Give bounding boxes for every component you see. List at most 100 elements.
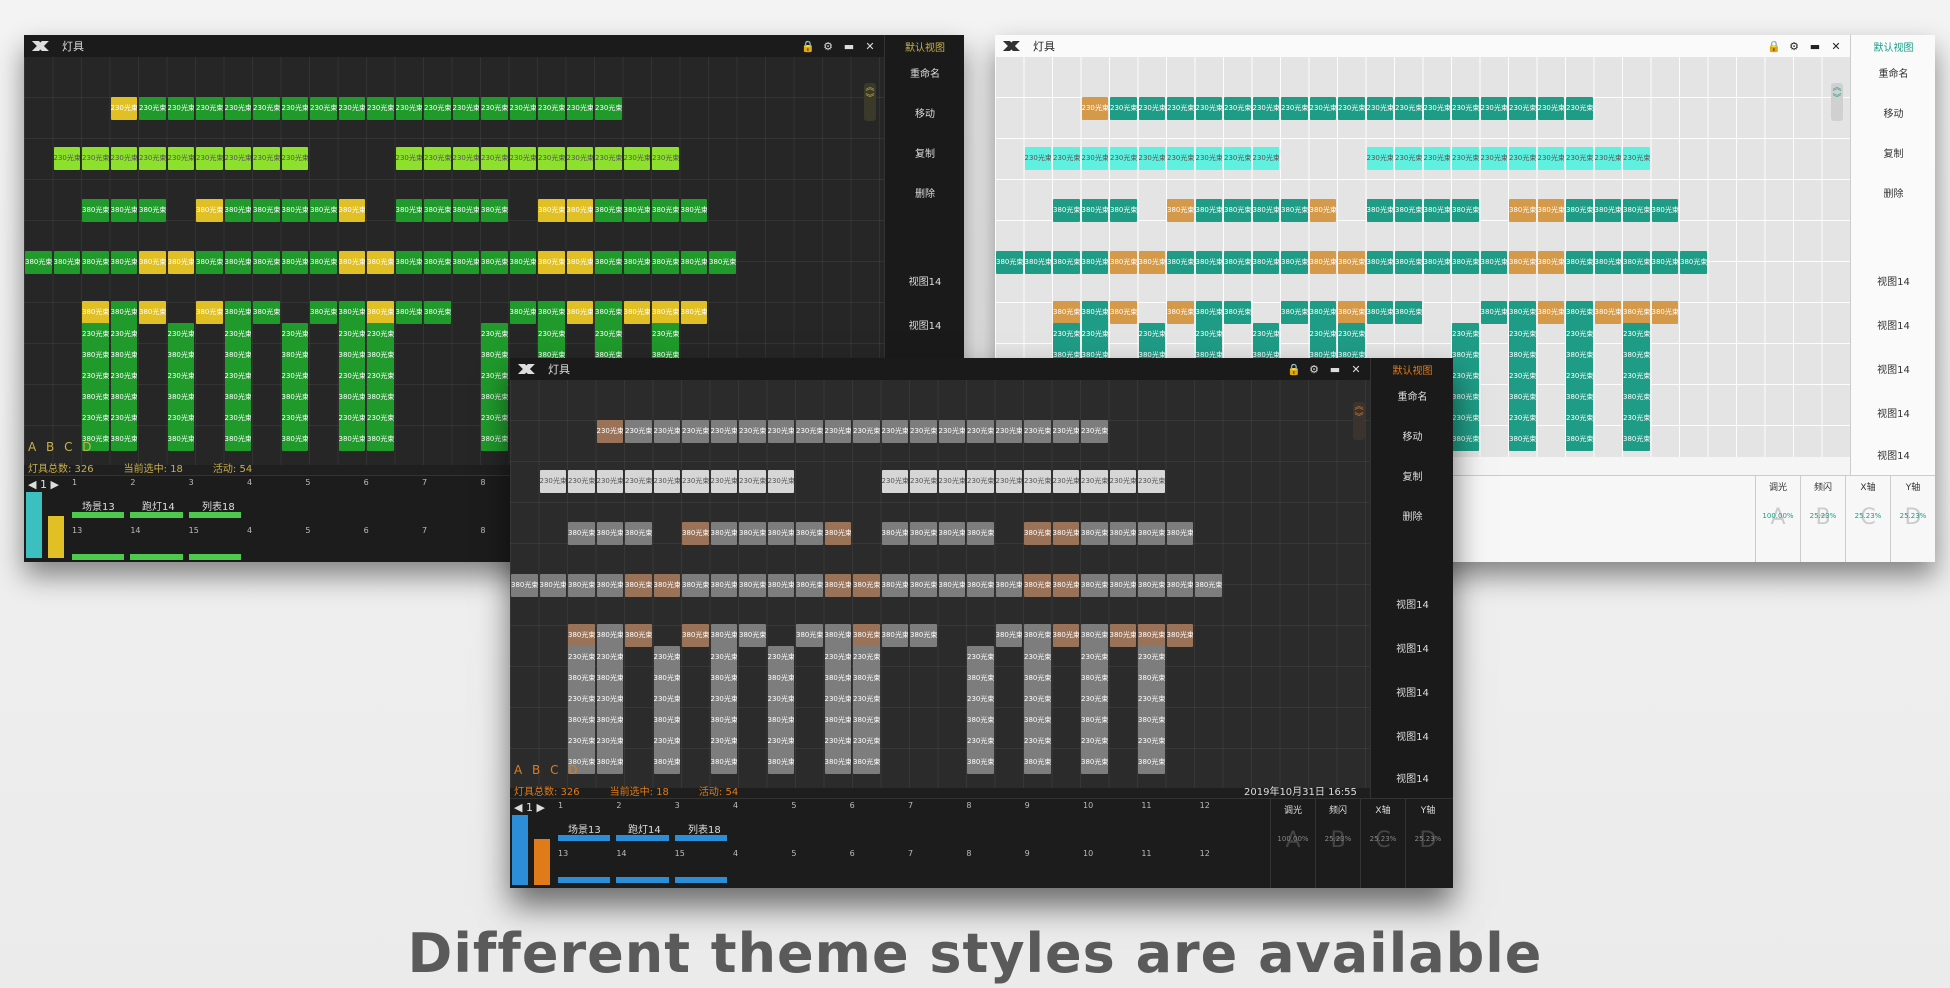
fixture-cell[interactable]: 380光束 [310, 301, 337, 324]
move-button[interactable]: 移动 [1851, 105, 1935, 120]
fixture-cell[interactable]: 380光束 [1309, 199, 1336, 222]
fixture-cell[interactable]: 230光束 [568, 730, 595, 753]
fixture-cell[interactable]: 230光束 [652, 147, 679, 170]
slot-number[interactable]: 7 [908, 849, 913, 858]
fixture-cell[interactable]: 230光束 [224, 147, 251, 170]
fixture-cell[interactable]: 380光束 [596, 624, 623, 647]
fixture-cell[interactable]: 230光束 [1081, 420, 1108, 443]
fixture-cell[interactable]: 380光束 [224, 199, 251, 222]
fixture-cell[interactable]: 380光束 [1452, 251, 1479, 274]
fixture-cell[interactable]: 380光束 [1252, 251, 1279, 274]
fixture-cell[interactable]: 230光束 [710, 420, 737, 443]
fixture-cell[interactable]: 380光束 [1138, 574, 1165, 597]
fixture-cell[interactable]: 230光束 [1423, 97, 1450, 120]
fixture-cell[interactable]: 230光束 [595, 147, 622, 170]
slot-number[interactable]: 7 [908, 801, 913, 810]
fixture-cell[interactable]: 380光束 [1395, 251, 1422, 274]
fixture-cell[interactable]: 380光束 [568, 624, 595, 647]
fixture-cell[interactable]: 230光束 [853, 646, 880, 669]
fixture-cell[interactable]: 380光束 [938, 574, 965, 597]
view-item-4[interactable]: 视图14 [1851, 405, 1935, 420]
fixture-cell[interactable]: 230光束 [566, 97, 593, 120]
fixture-cell[interactable]: 230光束 [1224, 147, 1251, 170]
fixture-cell[interactable]: 380光束 [538, 251, 565, 274]
fixture-cell[interactable]: 380光束 [625, 624, 652, 647]
fixture-cell[interactable]: 230光束 [338, 407, 365, 430]
fixture-cell[interactable]: 230光束 [481, 407, 508, 430]
fixture-cell[interactable]: 380光束 [824, 624, 851, 647]
fixture-cell[interactable]: 380光束 [82, 199, 109, 222]
fixture-cell[interactable]: 380光束 [653, 574, 680, 597]
fixture-cell[interactable]: 230光束 [1395, 97, 1422, 120]
slot-number[interactable]: 1 [72, 478, 77, 487]
fixture-cell[interactable]: 380光束 [1566, 428, 1593, 451]
fixture-cell[interactable]: 230光束 [196, 97, 223, 120]
fixture-cell[interactable]: 380光束 [568, 574, 595, 597]
fixture-cell[interactable]: 380光束 [1081, 251, 1108, 274]
fixture-cell[interactable]: 380光束 [338, 428, 365, 451]
fixture-cell[interactable]: 380光束 [566, 251, 593, 274]
fixture-cell[interactable]: 380光束 [739, 522, 766, 545]
fixture-cell[interactable]: 380光束 [224, 251, 251, 274]
slot-number[interactable]: 10 [1083, 801, 1093, 810]
fixture-cell[interactable]: 380光束 [796, 624, 823, 647]
fixture-cell[interactable]: 380光束 [1594, 301, 1621, 324]
fixture-cell[interactable]: 230光束 [1081, 730, 1108, 753]
fixture-cell[interactable]: 380光束 [481, 344, 508, 367]
fixture-cell[interactable]: 380光束 [110, 301, 137, 324]
fixture-cell[interactable]: 230光束 [853, 688, 880, 711]
fixture-cell[interactable]: 380光束 [1138, 667, 1165, 690]
slot-number[interactable]: 5 [305, 478, 310, 487]
fixture-cell[interactable]: 380光束 [1024, 624, 1051, 647]
slot-number[interactable]: 12 [1200, 849, 1210, 858]
fixture-cell[interactable]: 380光束 [1480, 251, 1507, 274]
fixture-cell[interactable]: 380光束 [824, 709, 851, 732]
fixture-cell[interactable]: 380光束 [1081, 522, 1108, 545]
fixture-cell[interactable]: 230光束 [1081, 470, 1108, 493]
fixture-cell[interactable]: 230光束 [281, 365, 308, 388]
fixture-cell[interactable]: 380光束 [253, 251, 280, 274]
fixture-cell[interactable]: 380光束 [910, 624, 937, 647]
fixture-cell[interactable]: 230光束 [625, 420, 652, 443]
fixture-cell[interactable]: 380光束 [996, 251, 1023, 274]
fixture-cell[interactable]: 230光束 [1566, 407, 1593, 430]
fixture-cell[interactable]: 230光束 [625, 470, 652, 493]
fixture-cell[interactable]: 380光束 [1594, 251, 1621, 274]
fixture-cell[interactable]: 380光束 [139, 199, 166, 222]
fixture-cell[interactable]: 380光束 [224, 301, 251, 324]
fixture-cell[interactable]: 230光束 [767, 470, 794, 493]
fixture-cell[interactable]: 380光束 [1309, 301, 1336, 324]
slot-number[interactable]: 4 [247, 478, 252, 487]
fixture-cell[interactable]: 380光束 [281, 199, 308, 222]
slot-number[interactable]: 5 [791, 801, 796, 810]
fixture-cell[interactable]: 380光束 [1024, 667, 1051, 690]
fixture-cell[interactable]: 380光束 [1566, 301, 1593, 324]
slot-number[interactable]: 3 [189, 478, 194, 487]
fixture-cell[interactable]: 230光束 [424, 97, 451, 120]
fixture-cell[interactable]: 230光束 [1138, 688, 1165, 711]
fixture-cell[interactable]: 230光束 [881, 470, 908, 493]
fixture-cell[interactable]: 230光束 [452, 147, 479, 170]
fixture-cell[interactable]: 230光束 [167, 365, 194, 388]
fixture-cell[interactable]: 230光束 [310, 97, 337, 120]
fixture-cell[interactable]: 230光束 [967, 688, 994, 711]
lock-icon[interactable]: 🔒 [1287, 363, 1301, 376]
fixture-cell[interactable]: 380光束 [1166, 522, 1193, 545]
slot-number[interactable]: 13 [558, 849, 568, 858]
rename-button[interactable]: 重命名 [1371, 388, 1453, 403]
fixture-cell[interactable]: 380光束 [967, 574, 994, 597]
fixture-cell[interactable]: 380光束 [82, 386, 109, 409]
fixture-cell[interactable]: 380光束 [653, 709, 680, 732]
fixture-cell[interactable]: 380光束 [1452, 428, 1479, 451]
view-item-2[interactable]: 视图14 [1371, 640, 1453, 655]
fixture-cell[interactable]: 230光束 [1053, 323, 1080, 346]
fixture-cell[interactable]: 230光束 [509, 147, 536, 170]
fixture-cell[interactable]: 230光束 [1623, 407, 1650, 430]
fixture-cell[interactable]: 230光束 [1509, 147, 1536, 170]
fixture-cell[interactable]: 380光束 [881, 522, 908, 545]
fixture-cell[interactable]: 380光束 [310, 251, 337, 274]
fixture-cell[interactable]: 230光束 [338, 97, 365, 120]
fixture-cell[interactable]: 380光束 [1081, 199, 1108, 222]
fixture-cell[interactable]: 380光束 [395, 199, 422, 222]
fixture-cell[interactable]: 230光束 [623, 147, 650, 170]
